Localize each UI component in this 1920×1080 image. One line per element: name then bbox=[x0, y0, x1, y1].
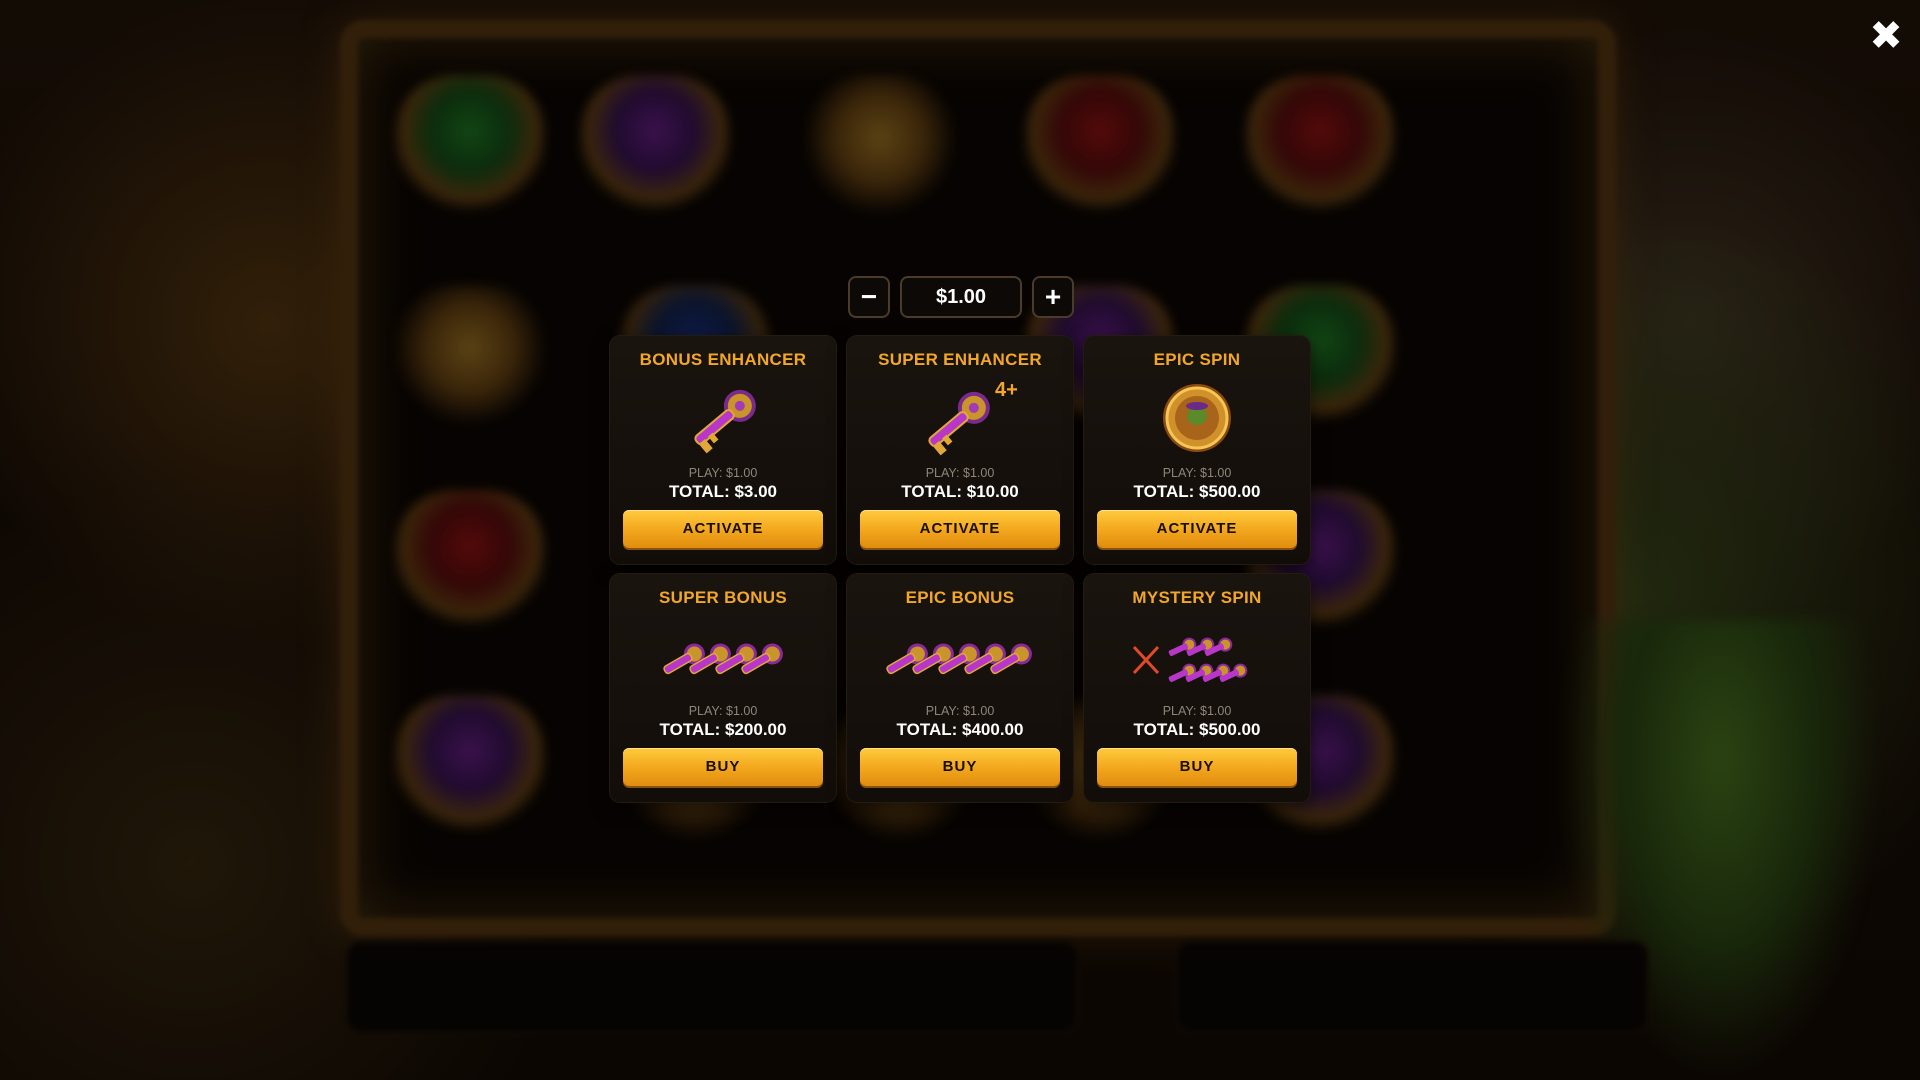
activate-button[interactable]: ACTIVATE bbox=[1097, 510, 1297, 548]
offer-title: SUPER BONUS bbox=[659, 588, 787, 607]
offer-title: SUPER ENHANCER bbox=[878, 350, 1042, 369]
activate-button[interactable]: ACTIVATE bbox=[623, 510, 823, 548]
offer-total: TOTAL: $400.00 bbox=[896, 720, 1024, 739]
offer-title: MYSTERY SPIN bbox=[1132, 588, 1262, 607]
offer-total: TOTAL: $200.00 bbox=[659, 720, 787, 739]
increase-bet-button[interactable]: + bbox=[1032, 276, 1074, 318]
keys-icon bbox=[610, 620, 836, 700]
activate-button[interactable]: ACTIVATE bbox=[860, 510, 1060, 548]
coin-icon bbox=[1084, 382, 1310, 462]
close-icon: ✖ bbox=[1869, 13, 1903, 59]
close-button[interactable]: ✖ bbox=[1866, 16, 1906, 56]
buy-button[interactable]: BUY bbox=[1097, 748, 1297, 786]
offer-card-super-bonus: SUPER BONUS PLAY: $1.00 TOTAL: $200.00 B… bbox=[610, 574, 836, 802]
offer-total: TOTAL: $10.00 bbox=[901, 482, 1019, 501]
buy-button[interactable]: BUY bbox=[623, 748, 823, 786]
offer-play: PLAY: $1.00 bbox=[1162, 466, 1232, 480]
offer-play: PLAY: $1.00 bbox=[688, 704, 758, 718]
offer-title: BONUS ENHANCER bbox=[639, 350, 807, 369]
offer-card-epic-bonus: EPIC BONUS PLAY: $1.00 TOTAL: $400.00 BU… bbox=[847, 574, 1073, 802]
offer-total: TOTAL: $500.00 bbox=[1133, 720, 1261, 739]
offer-play: PLAY: $1.00 bbox=[925, 466, 995, 480]
bet-stepper: − $1.00 + bbox=[848, 276, 1074, 318]
decrease-bet-button[interactable]: − bbox=[848, 276, 890, 318]
offer-play: PLAY: $1.00 bbox=[925, 704, 995, 718]
key-icon bbox=[610, 382, 836, 462]
offer-card-mystery-spin: MYSTERY SPIN PLAY: $1.00 TOTAL: $500.00 … bbox=[1084, 574, 1310, 802]
offer-title: EPIC BONUS bbox=[905, 588, 1015, 607]
offer-card-epic-spin: EPIC SPIN PLAY: $1.00 TOTAL: $500.00 ACT… bbox=[1084, 336, 1310, 564]
offer-card-bonus-enhancer: BONUS ENHANCER PLAY: $1.00 TOTAL: $3.00 … bbox=[610, 336, 836, 564]
multiplier-badge: 4+ bbox=[995, 379, 1018, 401]
offer-play: PLAY: $1.00 bbox=[688, 466, 758, 480]
offer-total: TOTAL: $500.00 bbox=[1133, 482, 1261, 501]
offer-total: TOTAL: $3.00 bbox=[668, 482, 777, 501]
keys-icon bbox=[847, 620, 1073, 700]
mystery-keys-icon bbox=[1084, 620, 1310, 700]
offer-play: PLAY: $1.00 bbox=[1162, 704, 1232, 718]
feature-buy-grid: BONUS ENHANCER PLAY: $1.00 TOTAL: $3.00 … bbox=[610, 336, 1310, 802]
bet-amount: $1.00 bbox=[900, 276, 1022, 318]
offer-card-super-enhancer: SUPER ENHANCER 4+ PLAY: $1.00 TOTAL: $10… bbox=[847, 336, 1073, 564]
offer-title: EPIC SPIN bbox=[1153, 350, 1241, 369]
buy-button[interactable]: BUY bbox=[860, 748, 1060, 786]
key-icon: 4+ bbox=[847, 379, 1073, 462]
